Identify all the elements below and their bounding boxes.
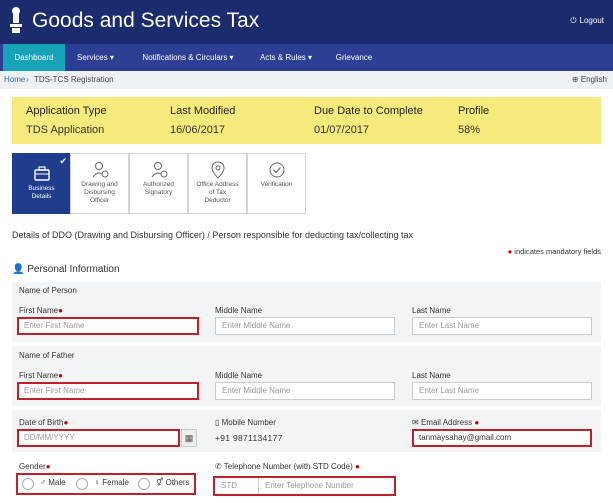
logout-icon: ⏻ <box>570 16 577 25</box>
gender-male-label: ♂ Male <box>40 478 66 487</box>
globe-icon: ⊕ <box>571 75 581 84</box>
gender-others-radio[interactable] <box>138 478 150 490</box>
gender-others-label: ⚥ Others <box>156 478 190 487</box>
site-title: Goods and Services Tax <box>32 9 260 32</box>
phone-icon: ✆ <box>215 462 222 471</box>
nav-acts-rules[interactable]: Acts & Rules ▾ <box>252 44 320 71</box>
step-authorized-signatory[interactable]: Authorized Signatory <box>129 153 188 214</box>
profile-value: 58% <box>458 124 481 136</box>
logout-link[interactable]: ⏻ Logout <box>570 16 607 26</box>
section-title: 👤 Personal Information <box>12 264 120 275</box>
female-icon: ♀ <box>94 478 100 487</box>
due-date-heading: Due Date to Complete <box>314 105 423 117</box>
nav-notifications[interactable]: Notifications & Circulars ▾ <box>130 44 246 71</box>
breadcrumb-current: TDS-TCS Registration <box>34 75 114 84</box>
application-type-heading: Application Type <box>26 105 107 117</box>
briefcase-icon <box>33 166 50 181</box>
father-first-name-input[interactable]: Enter First Name <box>17 382 199 400</box>
email-input[interactable]: tanmaysahay@gmail.com <box>412 429 592 447</box>
profile-heading: Profile <box>458 105 490 117</box>
person-last-name-input[interactable]: Enter Last Name <box>412 317 592 335</box>
name-of-father-heading: Name of Father <box>19 351 75 360</box>
nav-services[interactable]: Services ▾ <box>68 44 123 71</box>
last-modified-heading: Last Modified <box>170 105 236 117</box>
father-last-name-input[interactable]: Enter Last Name <box>412 382 592 400</box>
step-business-details[interactable]: ✔ Business Details <box>12 153 71 214</box>
telephone-number-input[interactable]: Enter Telephone Number <box>265 478 354 494</box>
name-of-person-heading: Name of Person <box>19 286 77 295</box>
nav-grievance[interactable]: Grievance <box>326 44 382 71</box>
dob-label: Date of Birth● <box>19 418 69 427</box>
step-verification[interactable]: Verification <box>247 153 306 214</box>
telephone-input-group: STD Enter Telephone Number <box>213 476 396 496</box>
last-modified-value: 16/06/2017 <box>170 124 226 136</box>
application-type-value: TDS Application <box>26 124 105 136</box>
person-middle-name-input[interactable]: Enter Middle Name <box>215 317 395 335</box>
mobile-number-value: +91 9871134177 <box>215 433 283 443</box>
email-label: ✉ Email Address ● <box>412 418 480 427</box>
gender-female-radio[interactable] <box>76 478 88 490</box>
last-name-label: Last Name <box>412 306 451 315</box>
dob-input[interactable]: DD/MM/YYYY <box>17 429 180 447</box>
step-label: Authorized Signatory <box>142 181 175 196</box>
main-nav: Dashboard Services ▾ Notifications & Cir… <box>0 44 613 71</box>
father-last-name-label: Last Name <box>412 371 451 380</box>
gender-female-label: ♀ Female <box>94 478 129 487</box>
step-drawing-disbursing-officer[interactable]: Drawing and Disbursing Officer <box>70 153 129 214</box>
person-check-icon <box>92 162 108 178</box>
others-icon: ⚥ <box>156 478 164 487</box>
gender-label: Gender● <box>19 462 51 471</box>
mobile-label: ▯ Mobile Number <box>215 418 276 427</box>
father-first-name-label: First Name● <box>19 371 63 380</box>
male-icon: ♂ <box>40 478 46 487</box>
step-label: Verification <box>260 181 293 188</box>
person-first-name-input[interactable]: Enter First Name <box>17 317 199 335</box>
gender-radio-group: ♂ Male ♀ Female ⚥ Others <box>16 473 196 495</box>
std-code-input[interactable]: STD <box>215 478 259 494</box>
breadcrumb-separator: › <box>26 75 29 84</box>
step-office-address[interactable]: Office Address of Tax Deductor <box>188 153 247 214</box>
mandatory-note: ● indicates mandatory fields <box>507 247 601 256</box>
telephone-label: ✆ Telephone Number (with STD Code) ● <box>215 462 360 471</box>
map-marker-icon <box>210 161 225 179</box>
step-label: Business Details <box>28 185 55 200</box>
step-label: Office Address of Tax Deductor <box>196 181 239 204</box>
due-date-value: 01/07/2017 <box>314 124 370 136</box>
page-description: Details of DDO (Drawing and Disbursing O… <box>12 230 414 240</box>
mobile-icon: ▯ <box>215 418 220 427</box>
step-label: Drawing and Disbursing Officer <box>81 181 118 204</box>
breadcrumb-home[interactable]: Home <box>4 71 25 89</box>
calendar-icon[interactable]: ▦ <box>181 429 197 447</box>
application-summary: Application Type Last Modified Due Date … <box>12 97 601 144</box>
first-name-label: First Name● <box>19 306 63 315</box>
nav-dashboard[interactable]: Dashboard <box>3 44 65 71</box>
check-circle-icon <box>269 162 284 178</box>
language-selector[interactable]: ⊕ English <box>572 71 607 89</box>
father-middle-name-label: Middle Name <box>215 371 263 380</box>
emblem-icon <box>10 7 22 33</box>
envelope-icon: ✉ <box>412 418 419 427</box>
user-icon: 👤 <box>12 264 25 275</box>
check-icon: ✔ <box>59 156 67 166</box>
person-check-icon <box>151 162 167 178</box>
middle-name-label: Middle Name <box>215 306 263 315</box>
breadcrumb: Home › TDS-TCS Registration ⊕ English <box>0 71 613 89</box>
father-middle-name-input[interactable]: Enter Middle Name <box>215 382 395 400</box>
gender-male-radio[interactable] <box>22 478 34 490</box>
app-header: Goods and Services Tax ⏻ Logout <box>0 0 613 44</box>
